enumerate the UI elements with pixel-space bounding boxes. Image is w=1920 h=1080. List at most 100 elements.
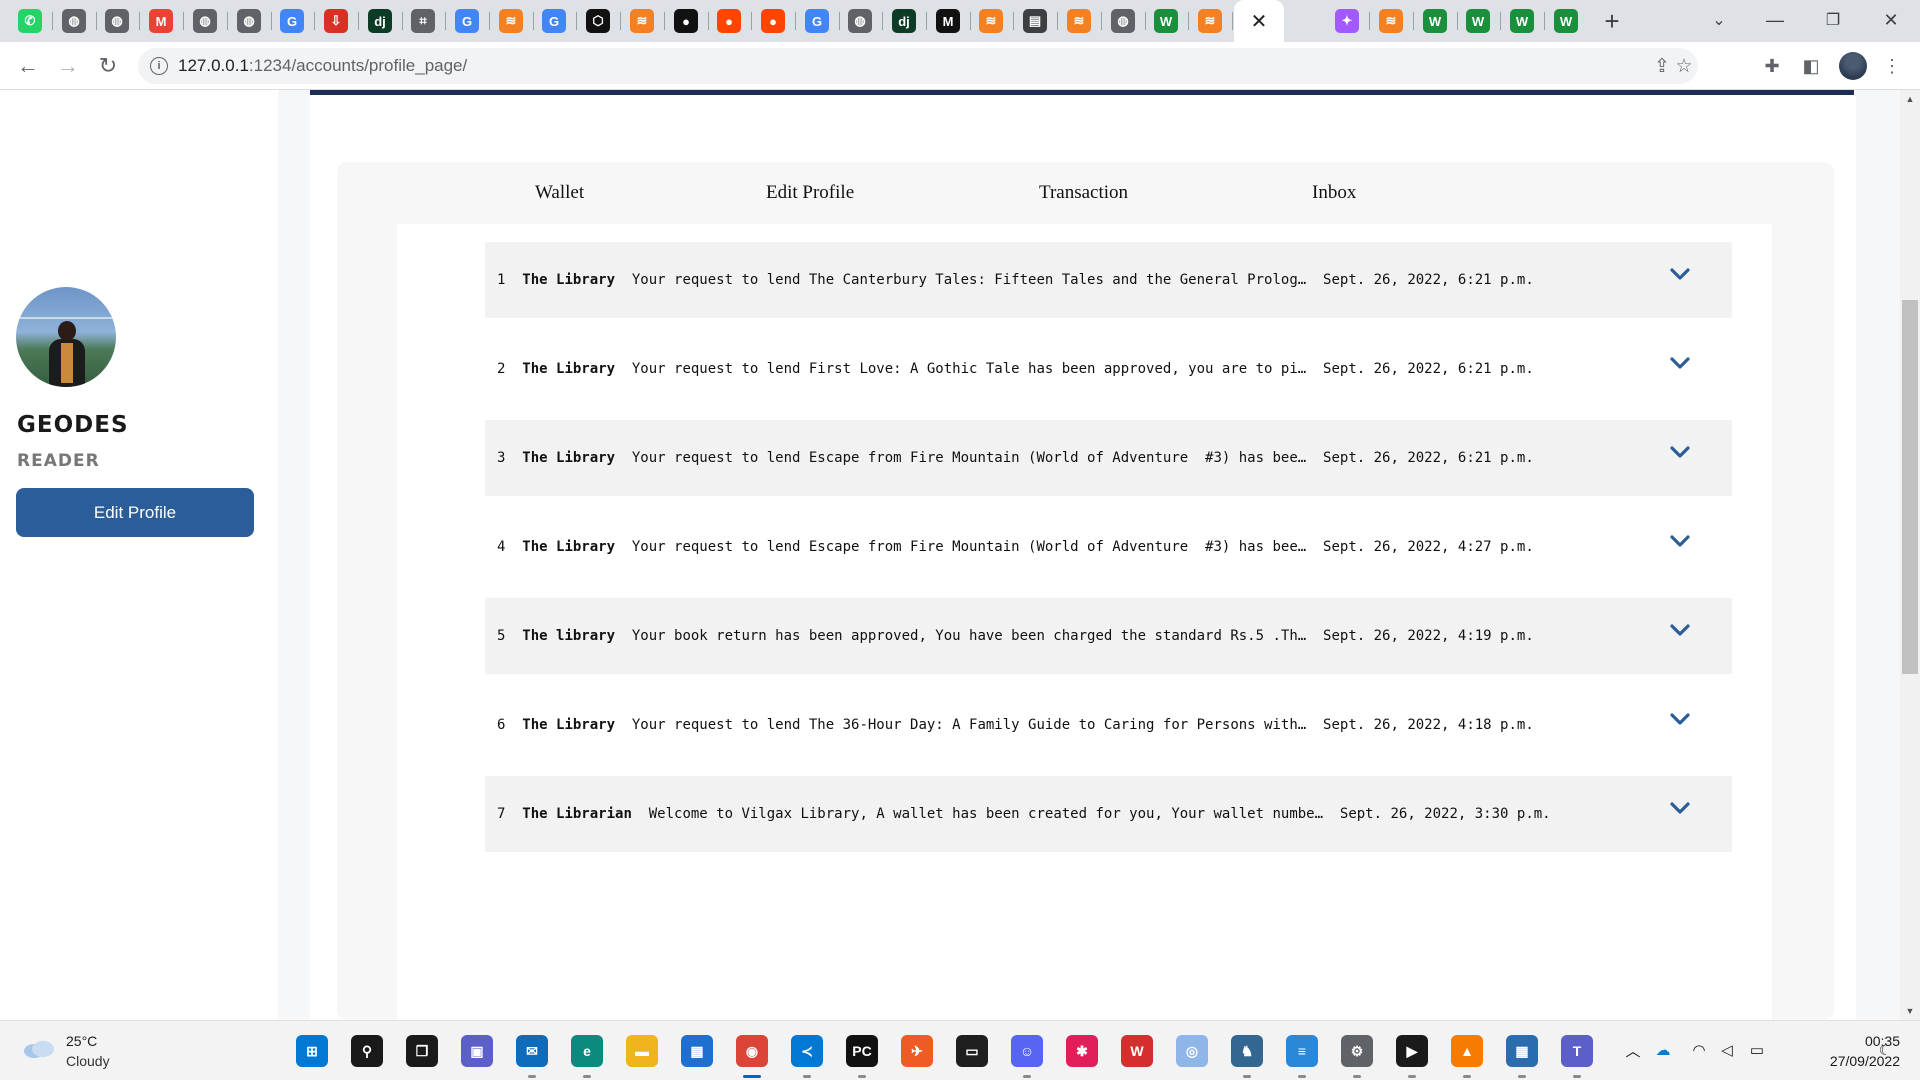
- scroll-up-icon[interactable]: ▲: [1900, 92, 1920, 106]
- django-icon[interactable]: dj: [892, 9, 916, 33]
- chevron-down-icon[interactable]: [1669, 533, 1691, 549]
- stackoverflow-icon[interactable]: ≋: [630, 9, 654, 33]
- stackoverflow-icon[interactable]: ≋: [1198, 9, 1222, 33]
- side-panel-icon[interactable]: ◧: [1799, 54, 1823, 78]
- weather-description[interactable]: Cloudy: [66, 1053, 110, 1069]
- tab-edit-profile[interactable]: Edit Profile: [766, 182, 854, 204]
- chevron-down-icon[interactable]: [1669, 622, 1691, 638]
- menu-kebab-icon[interactable]: ⋮: [1880, 54, 1904, 78]
- github-icon[interactable]: ●: [674, 9, 698, 33]
- chevron-down-icon[interactable]: [1669, 355, 1691, 371]
- tray-overflow-icon[interactable]: ︿: [1622, 1039, 1644, 1061]
- postgres-icon[interactable]: ♞: [1231, 1035, 1263, 1067]
- django-icon[interactable]: dj: [368, 9, 392, 33]
- task-view-icon[interactable]: ❐: [406, 1035, 438, 1067]
- mail-icon[interactable]: ✉: [516, 1035, 548, 1067]
- cortana-icon[interactable]: ◎: [1176, 1035, 1208, 1067]
- vlc-icon[interactable]: ▲: [1451, 1035, 1483, 1067]
- google-icon[interactable]: G: [280, 9, 304, 33]
- stackoverflow-icon[interactable]: ≋: [1379, 9, 1403, 33]
- remote-desktop-icon[interactable]: ▦: [1506, 1035, 1538, 1067]
- chrome-icon[interactable]: ◉: [736, 1035, 768, 1067]
- restore-button[interactable]: ❐: [1810, 4, 1856, 36]
- globe-icon[interactable]: ◍: [193, 9, 217, 33]
- store-icon[interactable]: ▦: [681, 1035, 713, 1067]
- windows-start-icon[interactable]: ⊞: [296, 1035, 328, 1067]
- codepen-icon[interactable]: ⬡: [586, 9, 610, 33]
- chevron-down-icon[interactable]: [1669, 444, 1691, 460]
- message-row[interactable]: 7 The Librarian Welcome to Vilgax Librar…: [485, 776, 1732, 852]
- teams-chat-icon[interactable]: ▣: [461, 1035, 493, 1067]
- media-player-icon[interactable]: ▶: [1396, 1035, 1428, 1067]
- terminal-icon[interactable]: ▭: [956, 1035, 988, 1067]
- message-row[interactable]: 5 The library Your book return has been …: [485, 598, 1732, 674]
- tab-search-icon[interactable]: ⌄: [1696, 4, 1742, 36]
- wifi-icon[interactable]: ◠: [1688, 1039, 1710, 1061]
- close-tab-icon[interactable]: ✕: [1246, 8, 1272, 34]
- bookmark-star-icon[interactable]: ☆: [1672, 54, 1696, 78]
- globe-icon[interactable]: ◍: [237, 9, 261, 33]
- scrollbar-thumb[interactable]: [1902, 300, 1918, 674]
- search-icon[interactable]: ⚲: [351, 1035, 383, 1067]
- site-info-icon[interactable]: i: [150, 57, 168, 75]
- globe-icon[interactable]: ◍: [62, 9, 86, 33]
- notification-icon[interactable]: ☾: [1874, 1039, 1896, 1061]
- onedrive-icon[interactable]: ☁: [1652, 1039, 1674, 1061]
- settings-icon[interactable]: ⚙: [1341, 1035, 1373, 1067]
- edit-profile-button[interactable]: Edit Profile: [16, 488, 254, 537]
- globe-icon[interactable]: ◍: [848, 9, 872, 33]
- reddit-icon[interactable]: ●: [717, 9, 741, 33]
- google-icon[interactable]: G: [805, 9, 829, 33]
- vscode-icon[interactable]: ≺: [791, 1035, 823, 1067]
- whatsapp-icon[interactable]: ✆: [18, 9, 42, 33]
- minimize-button[interactable]: —: [1752, 4, 1798, 36]
- edge-icon[interactable]: e: [571, 1035, 603, 1067]
- address-bar[interactable]: i 127.0.0.1:1234/accounts/profile_page/ …: [138, 48, 1698, 84]
- google-icon[interactable]: G: [542, 9, 566, 33]
- speaker-muted-icon[interactable]: ◁: [1716, 1039, 1738, 1061]
- discord-icon[interactable]: ☺: [1011, 1035, 1043, 1067]
- message-row[interactable]: 3 The Library Your request to lend Escap…: [485, 420, 1732, 496]
- notepad-icon[interactable]: ≡: [1286, 1035, 1318, 1067]
- postman-icon[interactable]: ✈: [901, 1035, 933, 1067]
- reddit-icon[interactable]: ●: [761, 9, 785, 33]
- pycharm-icon[interactable]: PC: [846, 1035, 878, 1067]
- reload-icon[interactable]: ↻: [92, 50, 124, 82]
- webflow-icon[interactable]: W: [1466, 9, 1490, 33]
- new-tab-button[interactable]: +: [1597, 6, 1627, 36]
- globe-icon[interactable]: ◍: [105, 9, 129, 33]
- reader-icon[interactable]: ▤: [1023, 9, 1047, 33]
- chevron-down-icon[interactable]: [1669, 266, 1691, 282]
- webflow-icon[interactable]: W: [1510, 9, 1534, 33]
- teams-icon[interactable]: T: [1561, 1035, 1593, 1067]
- webflow-icon[interactable]: W: [1554, 9, 1578, 33]
- message-row[interactable]: 6 The Library Your request to lend The 3…: [485, 687, 1732, 763]
- webflow-icon[interactable]: W: [1423, 9, 1447, 33]
- wps-office-icon[interactable]: W: [1121, 1035, 1153, 1067]
- download-icon[interactable]: ⇩: [324, 9, 348, 33]
- puzzle-icon[interactable]: ⌗: [411, 9, 435, 33]
- slack-icon[interactable]: ✱: [1066, 1035, 1098, 1067]
- tab-wallet[interactable]: Wallet: [535, 182, 584, 204]
- back-arrow-icon[interactable]: ←: [12, 50, 44, 82]
- battery-icon[interactable]: ▭: [1746, 1039, 1768, 1061]
- address-url[interactable]: 127.0.0.1:1234/accounts/profile_page/: [178, 56, 467, 76]
- globe-icon[interactable]: ◍: [1111, 9, 1135, 33]
- chevron-down-icon[interactable]: [1669, 711, 1691, 727]
- chevron-down-icon[interactable]: [1669, 800, 1691, 816]
- tab-inbox[interactable]: Inbox: [1312, 182, 1356, 204]
- message-row[interactable]: 1 The Library Your request to lend The C…: [485, 242, 1732, 318]
- close-window-button[interactable]: ✕: [1868, 4, 1914, 36]
- cloud-icon[interactable]: [22, 1039, 56, 1059]
- weather-temperature[interactable]: 25°C: [66, 1033, 97, 1049]
- extensions-icon[interactable]: ✚: [1760, 54, 1784, 78]
- stackoverflow-icon[interactable]: ≋: [1067, 9, 1091, 33]
- figma-icon[interactable]: ✦: [1335, 9, 1359, 33]
- medium-icon[interactable]: M: [936, 9, 960, 33]
- file-explorer-icon[interactable]: ▬: [626, 1035, 658, 1067]
- stackoverflow-icon[interactable]: ≋: [979, 9, 1003, 33]
- scroll-down-icon[interactable]: ▼: [1900, 1004, 1920, 1018]
- stackoverflow-icon[interactable]: ≋: [499, 9, 523, 33]
- forward-arrow-icon[interactable]: →: [52, 50, 84, 82]
- message-row[interactable]: 4 The Library Your request to lend Escap…: [485, 509, 1732, 585]
